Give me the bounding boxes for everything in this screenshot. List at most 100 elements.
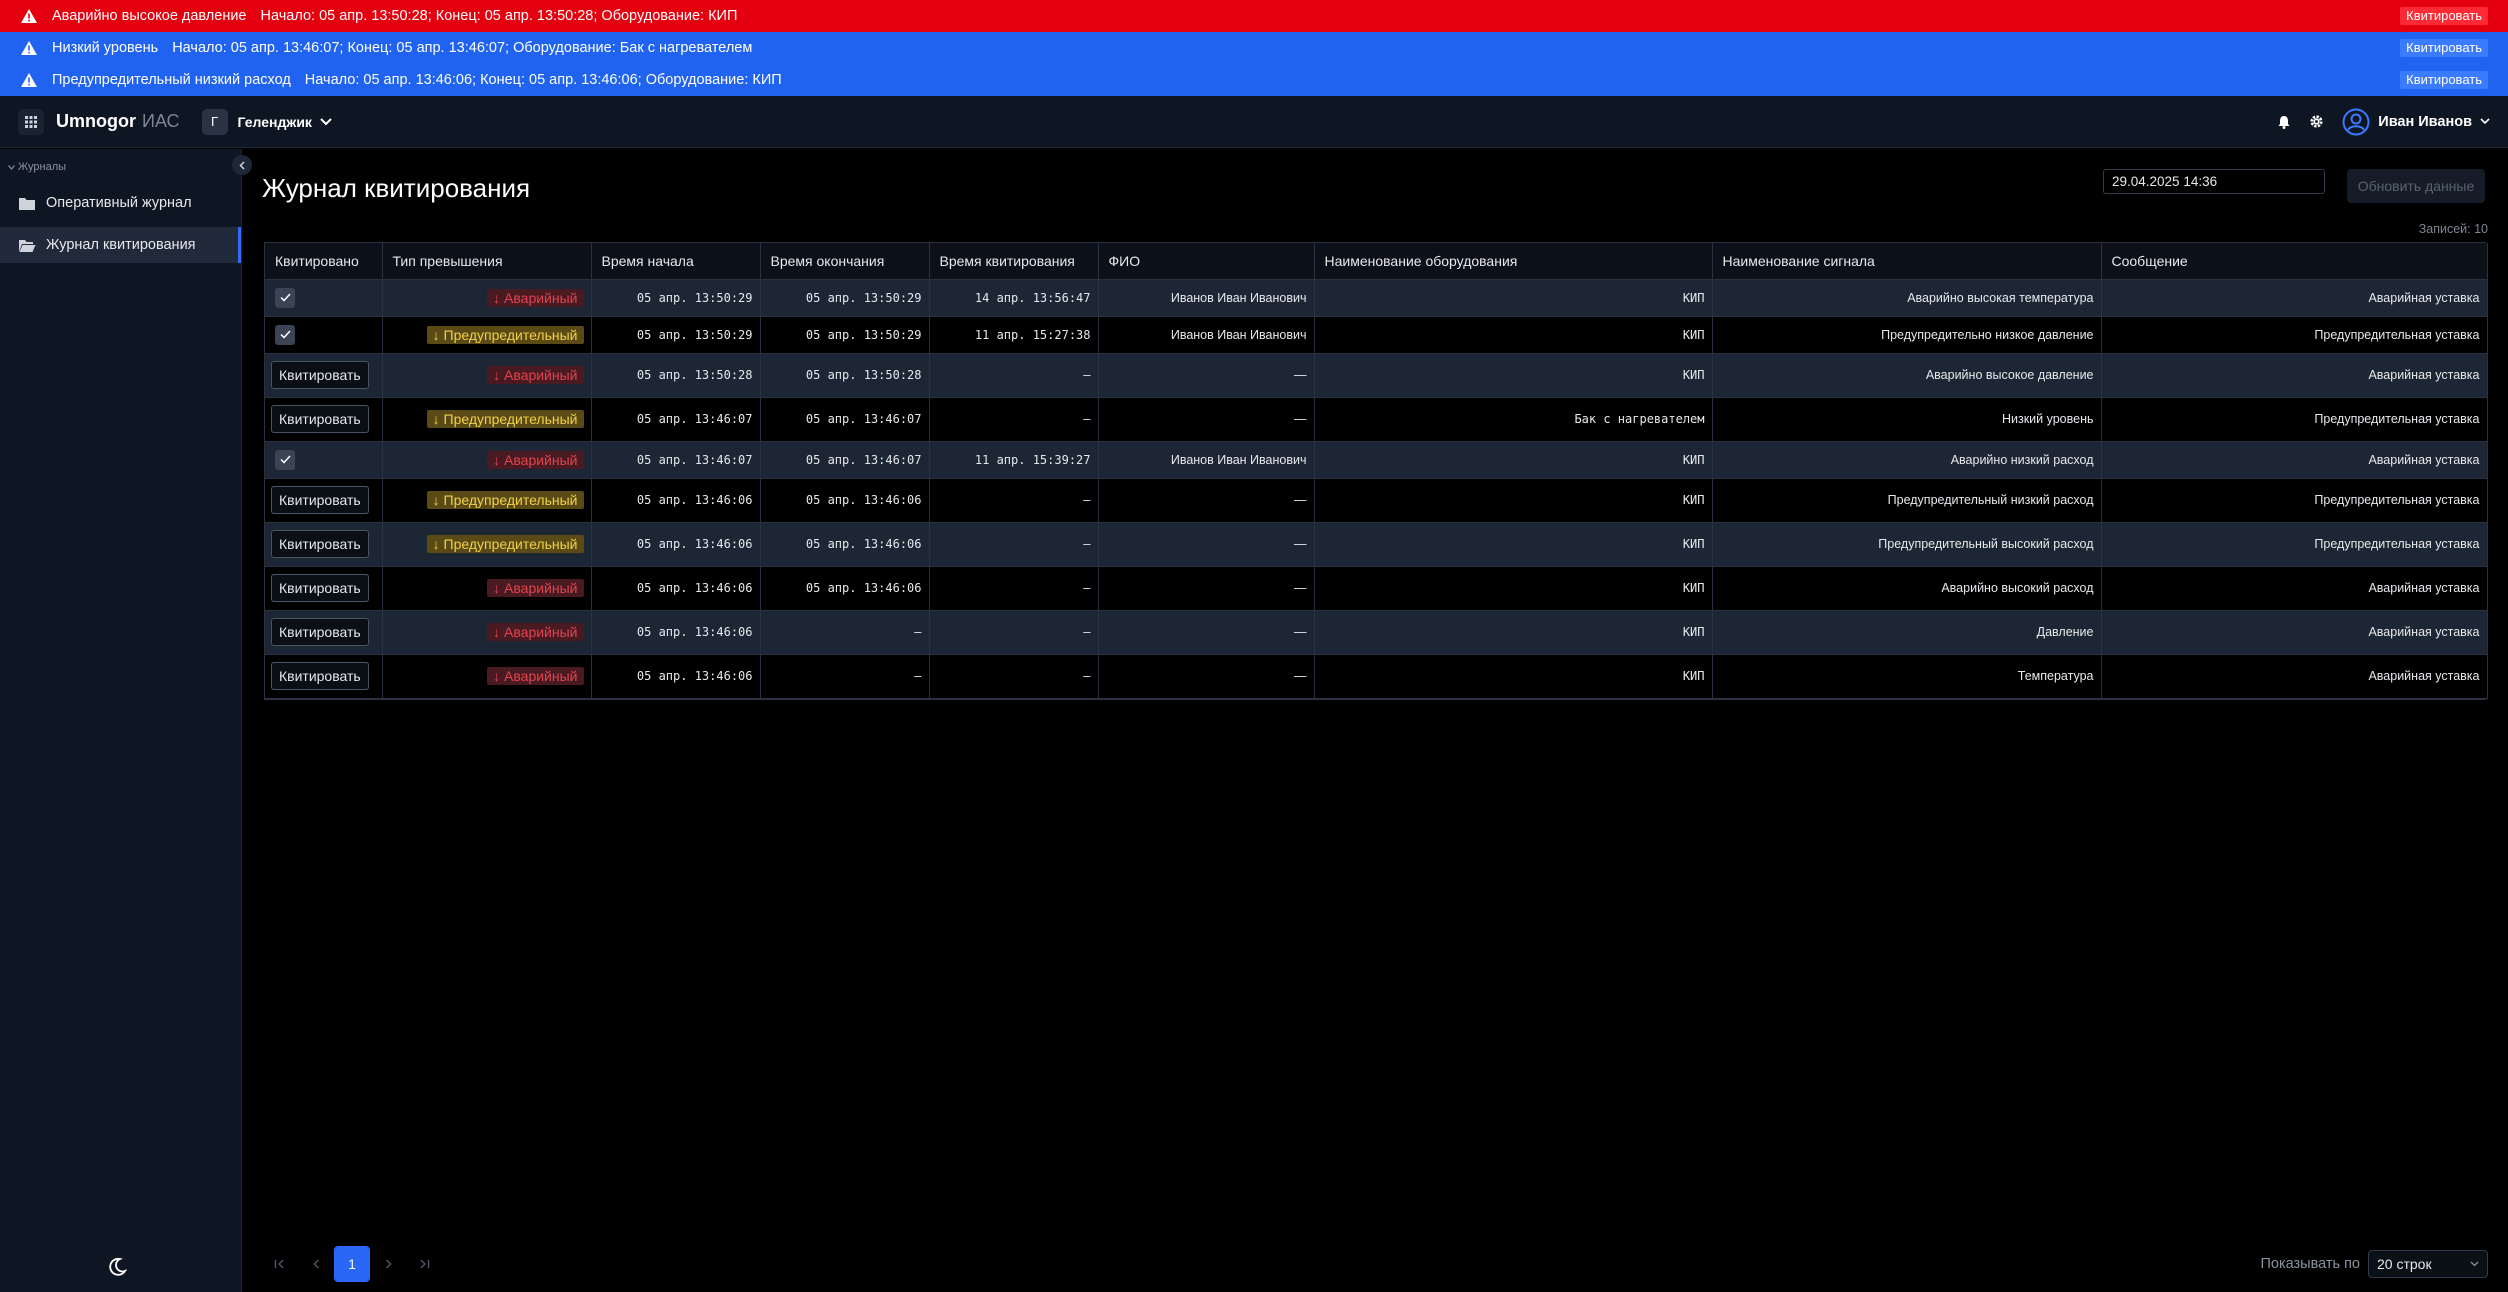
start-time-cell: 05 апр. 13:46:07 <box>591 441 761 479</box>
ack-button[interactable]: Квитировать <box>271 530 369 558</box>
alert-details: Начало: 05 апр. 13:50:28; Конец: 05 апр.… <box>260 8 738 24</box>
message-cell: Аварийная уставка <box>2101 279 2488 317</box>
date-input[interactable]: 29.04.2025 14:36 <box>2103 169 2325 194</box>
refresh-button[interactable]: Обновить данные <box>2347 169 2485 203</box>
type-cell: ↓ Аварийный <box>382 610 592 655</box>
equipment-cell: КИП <box>1314 610 1713 655</box>
alert-banner: Предупредительный низкий расход Начало: … <box>0 64 2508 96</box>
check-icon <box>279 330 291 339</box>
ack-button[interactable]: Квитировать <box>271 618 369 646</box>
equipment-cell: Бак с нагревателем <box>1314 397 1713 442</box>
sidebar-item-operational-journal[interactable]: Оперативный журнал <box>0 185 241 221</box>
arrow-down-icon: ↓ <box>493 624 505 640</box>
chevron-right-icon <box>385 1259 392 1269</box>
chevron-left-icon <box>239 160 245 170</box>
column-header[interactable]: Наименование оборудования <box>1314 243 1713 280</box>
alert-ack-button[interactable]: Квитировать <box>2400 71 2488 89</box>
message-cell: Предупредительная уставка <box>2101 478 2488 523</box>
first-page-button[interactable] <box>262 1246 298 1282</box>
sidebar-item-ack-journal[interactable]: Журнал квитирования <box>0 227 241 263</box>
fio-cell: — <box>1098 397 1315 442</box>
user-avatar-icon <box>2342 108 2370 135</box>
table-row: Квитировать ↓ Аварийный 05 апр. 13:50:28 05… <box>265 353 2488 398</box>
gear-icon[interactable] <box>2309 114 2324 129</box>
column-header[interactable]: Сообщение <box>2101 243 2488 280</box>
per-page-select[interactable]: 20 строк <box>2368 1250 2488 1278</box>
last-page-button[interactable] <box>406 1246 442 1282</box>
check-icon <box>279 293 291 302</box>
sidebar-group[interactable]: Журналы <box>0 149 241 173</box>
arrow-down-icon: ↓ <box>432 326 444 343</box>
ack-button[interactable]: Квитировать <box>271 405 369 433</box>
fio-cell: — <box>1098 353 1315 398</box>
type-cell: ↓ Аварийный <box>382 441 592 479</box>
table-row: Квитировать ↓ Аварийный 05 апр. 13:46:06 05… <box>265 566 2488 611</box>
main-content: Журнал квитирования 29.04.2025 14:36 Обн… <box>262 149 2488 1292</box>
message-cell: Аварийная уставка <box>2101 566 2488 611</box>
chevron-down-icon <box>8 164 15 170</box>
app-header: Umnogor ИАС Г Геленджик Иван Иванов <box>0 96 2508 148</box>
end-time-cell: 05 апр. 13:46:06 <box>760 478 930 523</box>
page-button-current[interactable]: 1 <box>334 1246 370 1282</box>
chevrons-right-icon <box>420 1259 430 1269</box>
table-row: ↓ Предупредительный 05 апр. 13:50:29 05 ап… <box>265 316 2488 354</box>
column-header[interactable]: Квитировано <box>265 243 383 280</box>
ack-cell: Квитировать <box>265 654 383 699</box>
signal-cell: Предупредительный низкий расход <box>1712 478 2102 523</box>
arrow-down-icon: ↓ <box>493 580 505 596</box>
message-cell: Аварийная уставка <box>2101 441 2488 479</box>
column-header[interactable]: Время квитирования <box>929 243 1099 280</box>
signal-cell: Предупредительно низкое давление <box>1712 316 2102 354</box>
ack-cell <box>265 316 383 354</box>
per-page-label: Показывать по <box>2260 1256 2360 1272</box>
column-header[interactable]: Тип превышения <box>382 243 592 280</box>
equipment-cell: КИП <box>1314 441 1713 479</box>
apps-menu-button[interactable] <box>18 108 44 135</box>
type-badge: ↓ Предупредительный <box>426 410 584 428</box>
column-header[interactable]: ФИО <box>1098 243 1315 280</box>
location-selector[interactable]: Геленджик <box>238 114 312 130</box>
ack-cell: Квитировать <box>265 610 383 655</box>
end-time-cell: — <box>760 610 930 655</box>
type-label: Предупредительный <box>443 411 578 427</box>
moon-icon[interactable] <box>106 1256 128 1278</box>
fio-cell: — <box>1098 654 1315 699</box>
message-cell: Предупредительная уставка <box>2101 522 2488 567</box>
column-header[interactable]: Время начала <box>591 243 761 280</box>
type-cell: ↓ Аварийный <box>382 566 592 611</box>
alert-ack-button[interactable]: Квитировать <box>2400 7 2488 25</box>
type-label: Предупредительный <box>443 326 578 343</box>
column-header[interactable]: Наименование сигнала <box>1712 243 2102 280</box>
ack-button[interactable]: Квитировать <box>271 574 369 602</box>
ack-cell: Квитировать <box>265 397 383 442</box>
arrow-down-icon: ↓ <box>493 668 505 684</box>
equipment-cell: КИП <box>1314 353 1713 398</box>
alert-ack-button[interactable]: Квитировать <box>2400 39 2488 57</box>
chevron-down-icon[interactable] <box>320 117 332 126</box>
signal-cell: Температура <box>1712 654 2102 699</box>
ack-button[interactable]: Квитировать <box>271 486 369 514</box>
table-row: Квитировать ↓ Аварийный 05 апр. 13:46:06— —… <box>265 654 2488 699</box>
type-cell: ↓ Аварийный <box>382 353 592 398</box>
header-actions: Иван Иванов <box>2277 108 2490 136</box>
type-cell: ↓ Предупредительный <box>382 397 592 442</box>
sidebar-collapse-button[interactable] <box>232 155 252 175</box>
warning-icon <box>21 41 37 55</box>
bell-icon[interactable] <box>2277 115 2291 129</box>
ack-button[interactable]: Квитировать <box>271 361 369 389</box>
user-menu[interactable]: Иван Иванов <box>2342 108 2490 136</box>
type-badge: ↓ Предупредительный <box>426 491 584 509</box>
signal-cell: Аварийно высокое давление <box>1712 353 2102 398</box>
prev-page-button[interactable] <box>298 1246 334 1282</box>
brand-subtitle: ИАС <box>142 111 180 131</box>
end-time-cell: 05 апр. 13:46:07 <box>760 397 930 442</box>
chevron-down-icon <box>2470 1261 2479 1267</box>
ack-cell: Квитировать <box>265 566 383 611</box>
alert-details: Начало: 05 апр. 13:46:07; Конец: 05 апр.… <box>172 40 753 56</box>
ack-button[interactable]: Квитировать <box>271 662 369 690</box>
type-badge: ↓ Предупредительный <box>426 325 584 344</box>
next-page-button[interactable] <box>370 1246 406 1282</box>
folder-icon <box>19 197 35 210</box>
acked-checkbox <box>275 449 295 470</box>
column-header[interactable]: Время окончания <box>760 243 930 280</box>
